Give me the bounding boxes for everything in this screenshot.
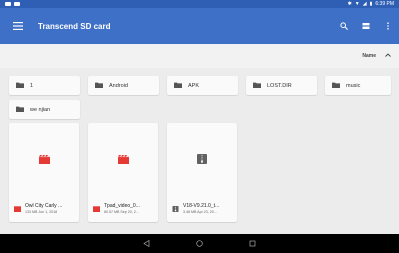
folder-item[interactable]: 1 bbox=[9, 76, 80, 95]
folder-icon bbox=[16, 82, 24, 90]
file-thumbnail bbox=[9, 123, 79, 195]
recents-icon[interactable] bbox=[249, 240, 256, 247]
folder-label: we njian bbox=[30, 106, 51, 113]
folder-icon bbox=[332, 82, 340, 90]
folder-item[interactable]: Android bbox=[88, 76, 159, 95]
home-icon[interactable] bbox=[196, 240, 203, 247]
file-text: Owl City Carly ... 133 MB Jun 1, 2018 bbox=[25, 203, 62, 214]
video-file-icon bbox=[38, 154, 50, 164]
file-name: Owl City Carly ... bbox=[25, 203, 63, 209]
status-bar: ✱ ▼ ◢ ▮ 6:39 PM bbox=[0, 0, 399, 8]
status-time: 6:39 PM bbox=[375, 0, 394, 7]
file-name: V18-V9.21.0_t... bbox=[183, 203, 220, 209]
video-file-icon bbox=[14, 205, 21, 212]
folder-label: APK bbox=[188, 82, 200, 89]
file-text: V18-V9.21.0_t... 3.48 MB Apr 23, 20... bbox=[183, 203, 219, 214]
file-name: Tpad_video_0... bbox=[104, 203, 140, 209]
folder-label: music bbox=[346, 82, 361, 89]
wifi-icon: ▼ bbox=[354, 0, 360, 7]
folder-label: LOST.DIR bbox=[267, 82, 292, 89]
folder-icon bbox=[174, 82, 182, 90]
battery-icon: ▮ bbox=[369, 0, 373, 7]
file-meta: 80.57 MB Sep 20, 2... bbox=[104, 210, 139, 214]
folder-icon bbox=[95, 82, 103, 90]
bluetooth-icon: ✱ bbox=[347, 0, 352, 7]
notification-icon bbox=[5, 2, 11, 6]
app-bar: Transcend SD card bbox=[0, 8, 399, 44]
list-view-icon[interactable] bbox=[355, 8, 377, 44]
archive-file-icon bbox=[197, 154, 207, 164]
folder-icon bbox=[253, 82, 261, 90]
folder-label: 1 bbox=[30, 82, 34, 89]
folder-item[interactable]: LOST.DIR bbox=[246, 76, 317, 95]
file-card[interactable]: V18-V9.21.0_t... 3.48 MB Apr 23, 20... bbox=[167, 123, 237, 222]
signal-icon: ◢ bbox=[362, 0, 367, 7]
status-right: ✱ ▼ ◢ ▮ 6:39 PM bbox=[347, 0, 394, 7]
back-icon[interactable] bbox=[143, 240, 150, 247]
folder-icon bbox=[16, 106, 24, 114]
sort-bar: Name bbox=[0, 44, 399, 68]
file-card[interactable]: Owl City Carly ... 133 MB Jun 1, 2018 bbox=[9, 123, 79, 222]
more-vert-icon[interactable] bbox=[377, 8, 399, 44]
sort-label[interactable]: Name bbox=[362, 53, 376, 59]
search-icon[interactable] bbox=[333, 8, 355, 44]
file-thumbnail bbox=[167, 123, 237, 195]
status-left bbox=[5, 2, 20, 6]
app-actions bbox=[333, 8, 399, 44]
folder-label: Android bbox=[109, 82, 128, 89]
file-text: Tpad_video_0... 80.57 MB Sep 20, 2... bbox=[104, 203, 140, 214]
file-thumbnail bbox=[88, 123, 158, 195]
file-manager-screen: ✱ ▼ ◢ ▮ 6:39 PM Transcend SD card Name 1… bbox=[0, 0, 399, 253]
arrow-up-icon[interactable] bbox=[385, 53, 391, 59]
folder-item[interactable]: we njian bbox=[9, 100, 80, 119]
notification-icon bbox=[14, 2, 20, 6]
app-title: Transcend SD card bbox=[38, 21, 111, 31]
file-meta: 3.48 MB Apr 23, 20... bbox=[183, 210, 217, 214]
file-footer: V18-V9.21.0_t... 3.48 MB Apr 23, 20... bbox=[167, 195, 237, 222]
navigation-bar bbox=[0, 234, 399, 253]
file-footer: Tpad_video_0... 80.57 MB Sep 20, 2... bbox=[88, 195, 158, 222]
folder-item[interactable]: music bbox=[325, 76, 391, 95]
archive-file-icon bbox=[172, 205, 179, 212]
folder-item[interactable]: APK bbox=[167, 76, 238, 95]
file-footer: Owl City Carly ... 133 MB Jun 1, 2018 bbox=[9, 195, 79, 222]
video-file-icon bbox=[117, 154, 129, 164]
file-card[interactable]: Tpad_video_0... 80.57 MB Sep 20, 2... bbox=[88, 123, 158, 222]
video-file-icon bbox=[93, 205, 100, 212]
menu-icon[interactable] bbox=[0, 8, 36, 44]
file-meta: 133 MB Jun 1, 2018 bbox=[25, 210, 58, 214]
